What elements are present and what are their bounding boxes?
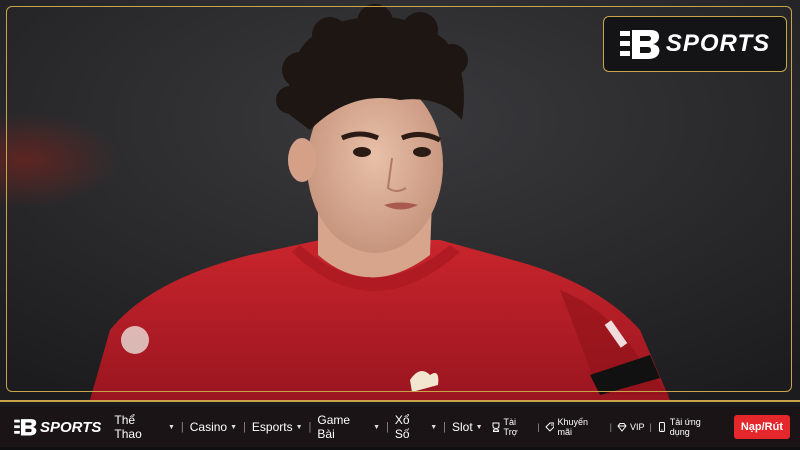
brand-b-icon xyxy=(14,419,37,436)
menu-item-game-bai[interactable]: Game Bài ▼ xyxy=(312,413,385,441)
caret-down-icon: ▼ xyxy=(167,423,175,431)
caret-down-icon: ▼ xyxy=(230,423,238,431)
menu-item-slot[interactable]: Slot ▼ xyxy=(447,420,488,434)
caret-down-icon: ▼ xyxy=(295,423,303,431)
link-label: Tải ứng dụng xyxy=(669,417,701,437)
link-download-app[interactable]: Tải ứng dụng xyxy=(654,417,726,437)
brand-b-icon xyxy=(619,30,660,59)
menu-label: Game Bài xyxy=(317,413,351,441)
menu-label: Esports xyxy=(251,420,293,434)
hero-banner: SPORTS xyxy=(0,0,800,400)
caret-down-icon: ▼ xyxy=(430,423,438,431)
link-label: Khuyến mãi xyxy=(557,417,588,437)
link-separator: | xyxy=(537,422,540,432)
menu-item-esports[interactable]: Esports ▼ xyxy=(247,420,308,434)
nav-menu: Thể Thao ▼ | Casino ▼ | Esports ▼ | Game Bà… xyxy=(109,413,487,441)
link-separator: | xyxy=(649,422,652,432)
nav-brand-logo[interactable]: SPORTS xyxy=(14,418,101,436)
main-navigation: SPORTS Thể Thao ▼ | Casino ▼ | Esports ▼ | … xyxy=(0,407,800,447)
menu-label: Casino xyxy=(189,420,228,434)
menu-item-the-thao[interactable]: Thể Thao ▼ xyxy=(109,413,179,441)
menu-item-xo-so[interactable]: Xổ Số ▼ xyxy=(390,413,442,441)
menu-label: Thể Thao xyxy=(114,413,142,441)
link-label: VIP xyxy=(629,422,645,432)
diamond-icon xyxy=(617,423,627,432)
link-promotions[interactable]: Khuyến mãi xyxy=(542,417,608,437)
link-label: Tài Trợ xyxy=(503,417,518,437)
link-sponsor[interactable]: Tài Trợ xyxy=(488,417,536,437)
menu-label: Xổ Số xyxy=(394,413,410,441)
brand-name: SPORTS xyxy=(665,30,771,57)
link-separator: | xyxy=(609,422,612,432)
tag-icon xyxy=(544,422,554,432)
phone-icon xyxy=(658,422,665,432)
utility-links: Tài Trợ | Khuyến mãi | VIP | Tải ứng dụn… xyxy=(488,415,791,439)
menu-item-casino[interactable]: Casino ▼ xyxy=(185,420,242,434)
menu-label: Slot xyxy=(451,420,473,434)
trophy-icon xyxy=(492,422,500,432)
brand-logo-badge: SPORTS xyxy=(603,16,787,72)
nav-brand-name: SPORTS xyxy=(40,418,102,436)
link-vip[interactable]: VIP xyxy=(614,422,648,432)
caret-down-icon: ▼ xyxy=(373,423,381,431)
caret-down-icon: ▼ xyxy=(475,423,483,431)
deposit-withdraw-button[interactable]: Nạp/Rút xyxy=(733,415,791,439)
